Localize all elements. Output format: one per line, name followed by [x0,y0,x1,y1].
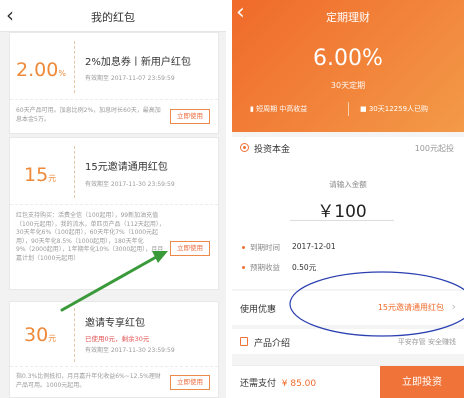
product-tags: ▮ 短周期 中高收益 ■ 30天12259人已购 [232,102,464,116]
amount-unit: 元 [48,334,57,343]
target-icon [240,143,249,152]
due-date-label: 到期时间 [250,243,280,252]
product-intro-row[interactable]: 产品介绍 平安存管 安全赚钱 [232,329,464,354]
coupon-amount: 15元 [24,164,56,190]
expected-income-value: 0.50元 [292,263,317,272]
page-title: 我的红包 [91,11,135,24]
tag-short-term: ▮ 短周期 中高收益 [250,104,307,114]
divider [74,146,75,198]
coupon-name: 邀请专享红包 [85,318,145,329]
coupon-valid-date: 有效期至 2017-11-30 23:59:59 [85,181,175,188]
tag-text: 短周期 中高收益 [256,105,308,113]
amount-unit: 元 [48,174,57,183]
divider [74,41,75,93]
amount-value: 30 [24,324,49,346]
term-label: 30天定期 [330,81,366,90]
coupon-desc: 指0.3%比例抵扣，月月嘉升年化收益6%~12.5%理财产品可用。1000元起用… [16,373,161,389]
user-icon: ■ [360,105,369,113]
coupon-card: 2.00% 2%加息券丨新用户红包 有效期至 2017-11-07 23:59:… [9,32,219,134]
expected-income-label: 预期收益 [250,263,280,272]
tag-buyers: ■ 30天12259人已购 [360,104,428,114]
min-investment: 100元起投 [414,144,454,153]
coupon-card: 30元 邀请专享红包 已使用0元，剩余30元 有效期至 2017-11-30 2… [9,301,219,398]
amount-input[interactable]: ￥100 [290,197,394,222]
divider [74,308,75,362]
annual-rate: 6.00% [313,46,383,71]
divider [348,102,349,116]
coupon-card: 15元 15元邀请通用红包 有效期至 2017-11-30 23:59:59 红… [9,137,219,290]
due-date-value: 2017-12-01 [292,242,336,251]
coupon-valid-date: 有效期至 2017-11-07 23:59:59 [85,75,175,82]
invest-now-button[interactable]: 立即投资 [380,366,464,398]
chevron-right-icon: › [451,300,456,313]
use-coupon-row[interactable]: 使用优惠 15元邀请通用红包 › [232,291,464,325]
product-header: ‹ 定期理财 6.00% 30天定期 ▮ 短周期 中高收益 ■ 30天12259… [232,0,464,132]
bullet [242,246,245,249]
divider [10,99,218,100]
coupon-usage-note: 已使用0元，剩余30元 [85,335,150,343]
amount-value: 2.00 [16,59,59,81]
amount-value: 15 [24,164,49,186]
principal-label: 投资本金 [254,145,291,155]
coupon-name: 2%加息券丨新用户红包 [85,57,191,68]
coupon-amount: 2.00% [16,59,66,85]
principal-section: 投资本金 100元起投 请输入金额 ￥100 到期时间 2017-12-01 预… [232,137,464,289]
document-icon [240,337,248,346]
coupon-desc: 红包支持购买：活费全信（100起用），99新加油充值（100元起用），我的流水，… [16,212,165,262]
coupon-valid-date: 有效期至 2017-11-30 23:59:59 [85,347,175,354]
pay-amount: ¥ 85.00 [281,379,317,389]
page-title: 定期理财 [326,11,370,24]
coupon-amount: 30元 [24,324,56,350]
header-bar: ‹ 我的红包 [0,0,226,32]
use-coupon-label: 使用优惠 [240,305,277,315]
selected-coupon: 15元邀请通用红包 [377,303,444,312]
tag-text: 30天12259人已购 [368,105,429,113]
amount-hint: 请输入金额 [329,180,367,189]
pay-label-text: 还需支付 [240,379,277,389]
product-intro-value: 平安存管 安全赚钱 [397,338,456,346]
coupon-list-screen: ‹ 我的红包 2.00% 2%加息券丨新用户红包 有效期至 2017-11-07… [0,0,226,398]
use-now-button[interactable]: 立即使用 [170,375,210,390]
use-now-button[interactable]: 立即使用 [170,109,210,124]
divider [10,366,218,367]
use-now-button[interactable]: 立即使用 [170,241,210,256]
invest-screen: ‹ 定期理财 6.00% 30天定期 ▮ 短周期 中高收益 ■ 30天12259… [232,0,464,398]
amount-unit: % [58,69,66,78]
coupon-name: 15元邀请通用红包 [85,162,168,173]
coupon-desc: 60天产品可用。加息比例2%，加息时长60天，最高加息本金5万。 [16,107,161,123]
payment-bar: 还需支付 ¥ 85.00 立即投资 [232,365,464,398]
pay-label: 还需支付 ¥ 85.00 [240,376,316,389]
product-intro-label: 产品介绍 [254,339,291,349]
bullet [242,266,245,269]
divider [10,204,218,205]
